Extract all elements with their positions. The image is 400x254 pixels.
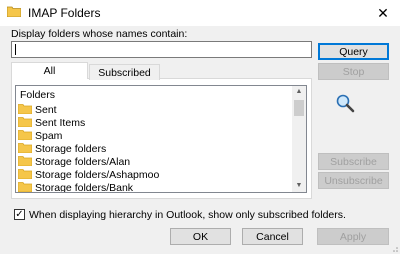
list-item[interactable]: Spam [18,130,62,143]
list-item[interactable]: Sent [18,104,57,117]
close-icon: ✕ [377,5,389,21]
magnifier-icon [336,94,355,113]
list-item[interactable]: Storage folders [18,143,106,156]
folder-icon [18,156,32,166]
hierarchy-option-label: When displaying hierarchy in Outlook, sh… [29,209,346,221]
text-caret [15,44,16,55]
tab-all[interactable]: All [11,62,88,79]
folder-name: Sent [35,104,57,116]
apply-button[interactable]: Apply [317,228,389,245]
close-button[interactable]: ✕ [366,0,400,26]
folder-icon [18,104,32,114]
list-item[interactable]: Sent Items [18,117,85,130]
folder-name: Storage folders/Ashapmoo [35,169,160,181]
filter-input[interactable] [11,41,312,58]
window-title: IMAP Folders [28,6,101,20]
folder-name: Storage folders/Bank [35,182,134,193]
query-button[interactable]: Query [318,43,389,60]
folder-icon [7,6,21,17]
hierarchy-checkbox[interactable]: ✓ [14,209,25,220]
list-scrollbar[interactable]: ▲ ▼ [292,86,306,192]
list-item[interactable]: Storage folders/Alan [18,156,130,169]
scroll-up-icon[interactable]: ▲ [292,86,306,98]
folder-name: Storage folders/Alan [35,156,131,168]
cancel-button[interactable]: Cancel [242,228,303,245]
scroll-thumb[interactable] [294,100,304,116]
filter-label: Display folders whose names contain: [11,28,188,40]
checkbox-check-icon: ✓ [15,209,24,220]
folder-icon [18,130,32,140]
list-item[interactable]: Storage folders/Bank [18,182,134,193]
ok-button[interactable]: OK [170,228,231,245]
list-header: Folders [20,89,56,101]
scroll-down-icon[interactable]: ▼ [292,180,306,192]
folder-name: Spam [35,130,63,142]
list-item[interactable]: Storage folders/Ashapmoo [18,169,159,182]
subscribe-button[interactable]: Subscribe [318,153,389,170]
tab-subscribed[interactable]: Subscribed [89,64,160,80]
folder-icon [18,169,32,179]
stop-button[interactable]: Stop [318,63,389,80]
unsubscribe-button[interactable]: Unsubscribe [318,172,389,189]
folder-name: Storage folders [35,143,107,155]
title-bar: IMAP Folders ✕ [0,0,400,26]
resize-grip-icon[interactable] [390,244,398,252]
folder-icon [18,182,32,192]
folder-icon [18,143,32,153]
folder-name: Sent Items [35,117,86,129]
folder-icon [18,117,32,127]
folder-list[interactable]: Folders Sent Sent Items Spam Storage fol… [15,85,307,193]
